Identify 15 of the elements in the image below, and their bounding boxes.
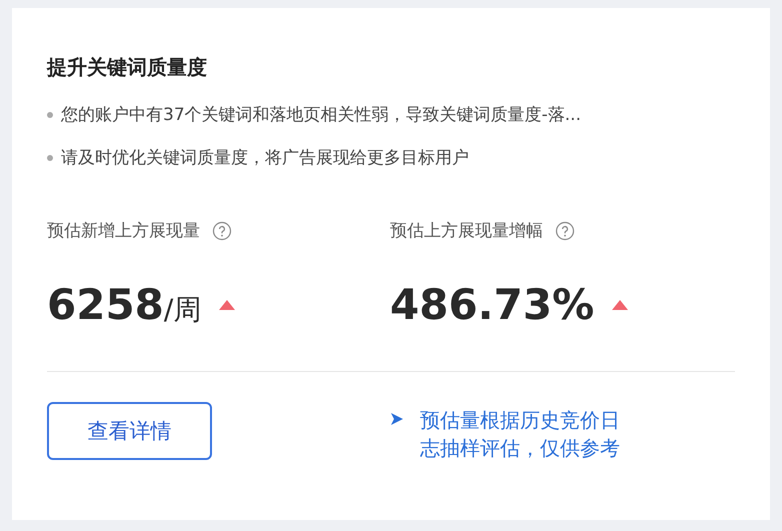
metric-unit: /周 — [164, 292, 202, 328]
metric-label: 预估新增上方展现量 — [47, 220, 200, 242]
metric-value: 6258 — [47, 280, 164, 329]
metric-label: 预估上方展现量增幅 — [390, 220, 543, 242]
bullet-text: 请及时优化关键词质量度，将广告展现给更多目标用户 — [61, 147, 469, 169]
bullet-dot-icon — [47, 112, 53, 118]
metric-value: 486.73% — [390, 280, 594, 329]
note-text: 预估量根据历史竞价日志抽样评估，仅供参考 — [420, 407, 621, 462]
card-title: 提升关键词质量度 — [47, 54, 208, 81]
bullet-text: 您的账户中有37个关键词和落地页相关性弱，导致关键词质量度-落... — [61, 104, 581, 126]
arrow-icon — [390, 412, 404, 426]
help-icon[interactable] — [555, 220, 575, 240]
help-icon[interactable] — [212, 220, 232, 240]
details-button[interactable]: 查看详情 — [47, 402, 212, 460]
bullet-dot-icon — [47, 154, 53, 160]
